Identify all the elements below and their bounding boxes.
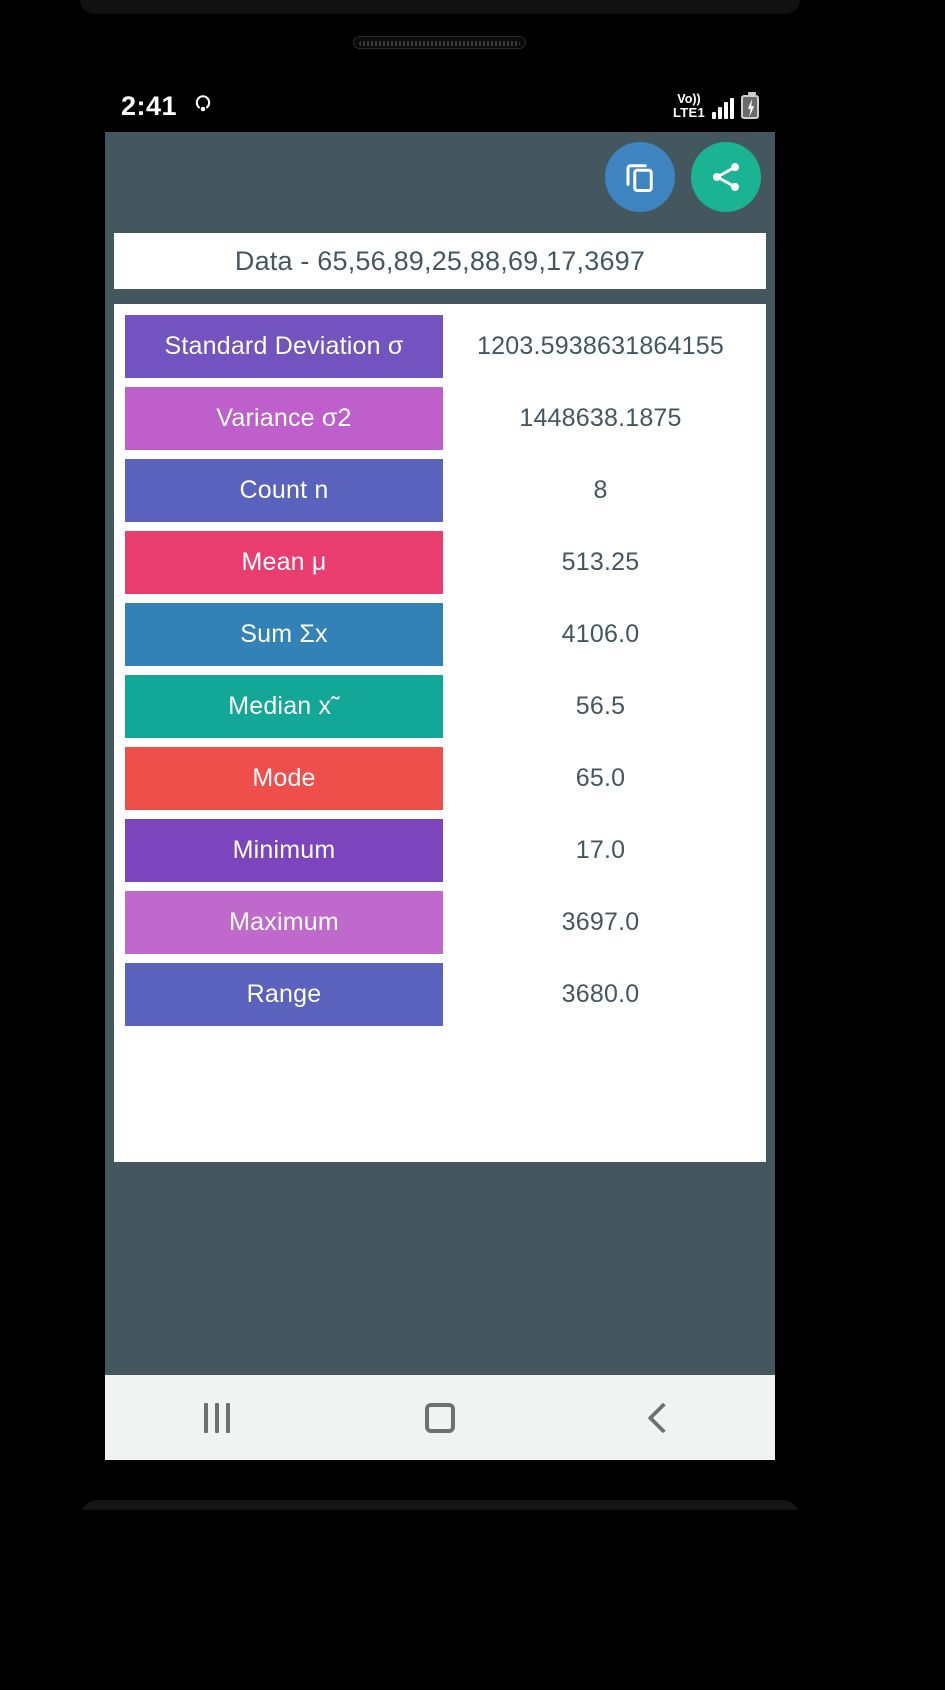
home-icon xyxy=(424,1402,455,1433)
app-action-bar xyxy=(605,142,761,212)
statistic-label: Maximum xyxy=(125,891,443,954)
statistic-row: Standard Deviation σ 1203.5938631864155 xyxy=(114,315,766,378)
statistic-value: 3680.0 xyxy=(561,980,640,1008)
data-summary-bar: Data - 65,56,89,25,88,69,17,3697 xyxy=(114,233,766,289)
statistic-label: Variance σ2 xyxy=(125,387,443,450)
battery-charging-icon xyxy=(741,91,759,119)
android-navigation-bar xyxy=(105,1375,775,1460)
signal-bars-icon xyxy=(712,97,734,119)
volte-top-label: Vo)) xyxy=(677,92,701,107)
statistic-label: Mean μ xyxy=(125,531,443,594)
status-bar: 2:41 Vo)) LTE1 xyxy=(105,80,775,132)
statistic-row: Minimum 17.0 xyxy=(114,819,766,882)
statistic-value: 56.5 xyxy=(575,692,626,720)
statistic-label: Range xyxy=(125,963,443,1026)
copy-button[interactable] xyxy=(605,142,675,212)
status-bar-left: 2:41 xyxy=(121,91,215,122)
statistic-row: Variance σ2 1448638.1875 xyxy=(114,387,766,450)
statistic-row: Sum Σx 4106.0 xyxy=(114,603,766,666)
recents-icon xyxy=(203,1402,230,1433)
volte-indicator: Vo)) LTE1 xyxy=(673,93,705,119)
volte-bottom-label: LTE1 xyxy=(672,104,705,120)
device-bottom-bezel xyxy=(80,1510,800,1690)
statistics-results-card: Standard Deviation σ 1203.5938631864155 Va… xyxy=(114,304,766,1162)
statistic-label: Sum Σx xyxy=(125,603,443,666)
data-summary-text: Data - 65,56,89,25,88,69,17,3697 xyxy=(234,245,646,276)
device-top-bezel xyxy=(80,0,800,14)
back-chevron-icon xyxy=(647,1401,679,1434)
statistic-value: 513.25 xyxy=(561,548,640,576)
statistic-value: 8 xyxy=(593,476,608,504)
statistic-label: Standard Deviation σ xyxy=(125,315,443,378)
recents-button[interactable] xyxy=(157,1375,277,1460)
statistic-row: Median x˜ 56.5 xyxy=(114,675,766,738)
statistic-value: 65.0 xyxy=(575,764,626,792)
statistic-label: Minimum xyxy=(125,819,443,882)
share-button[interactable] xyxy=(691,142,761,212)
statistic-row: Mode 65.0 xyxy=(114,747,766,810)
statistic-value: 3697.0 xyxy=(561,908,640,936)
statistic-row: Count n 8 xyxy=(114,459,766,522)
status-clock: 2:41 xyxy=(121,90,178,121)
home-button[interactable] xyxy=(380,1375,500,1460)
statistic-label: Mode xyxy=(125,747,443,810)
phone-device: 2:41 Vo)) LTE1 Data - 65,56,89,25,88,69,… xyxy=(0,0,945,1690)
copy-icon xyxy=(622,159,658,195)
app-screen: Data - 65,56,89,25,88,69,17,3697 Standar… xyxy=(105,132,775,1375)
statistic-value: 1203.5938631864155 xyxy=(477,332,724,360)
back-button[interactable] xyxy=(603,1375,723,1460)
statistic-value: 4106.0 xyxy=(561,620,640,648)
cast-icon xyxy=(191,92,215,121)
earpiece-speaker xyxy=(353,36,526,49)
statistic-value: 1448638.1875 xyxy=(519,404,682,432)
share-icon xyxy=(708,159,744,195)
statistic-label: Median x˜ xyxy=(125,675,443,738)
statistic-row: Maximum 3697.0 xyxy=(114,891,766,954)
statistic-row: Range 3680.0 xyxy=(114,963,766,1026)
statistic-row: Mean μ 513.25 xyxy=(114,531,766,594)
status-bar-right: Vo)) LTE1 xyxy=(673,91,759,119)
speaker-grill xyxy=(359,41,520,46)
statistic-value: 17.0 xyxy=(575,836,626,864)
statistic-label: Count n xyxy=(125,459,443,522)
